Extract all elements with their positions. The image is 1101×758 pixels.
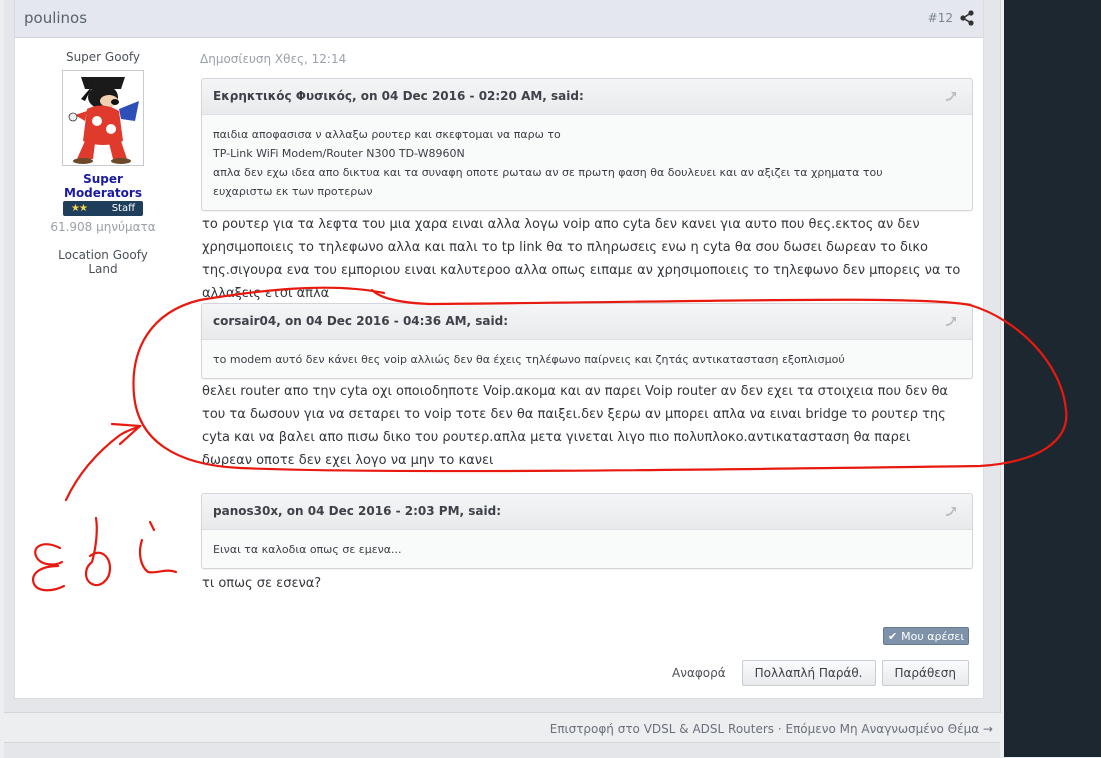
quote-body: Ειναι τα καλοδια οπως σε εμενα... [202, 530, 972, 568]
quote-line: TP-Link WiFi Modem/Router N300 TD-W8960N [213, 147, 465, 160]
badge-stars: ★★ [71, 203, 88, 214]
quote-header: panos30x, on 04 Dec 2016 - 2:03 PM, said… [202, 494, 972, 530]
goofy-avatar-image [63, 71, 143, 165]
quote-body: το modem αυτό δεν κάνει θες voip αλλιώς … [202, 340, 972, 378]
quote-citation: Εκρηκτικός Φυσικός, on 04 Dec 2016 - 02:… [213, 89, 584, 103]
user-group-link[interactable]: Super Moderators [43, 172, 163, 200]
report-link[interactable]: Αναφορά [672, 666, 726, 680]
post-header: poulinos #12 [15, 0, 983, 38]
post-number-link[interactable]: #12 [928, 11, 953, 25]
quote-button[interactable]: Παράθεση [881, 660, 969, 686]
quote-header: corsair04, on 04 Dec 2016 - 04:36 AM, sa… [202, 304, 972, 340]
quote-line: απλα δεν εχω ιδεα απο δικτυα και τα συνα… [213, 166, 883, 179]
quote-body: παιδια αποφασισα ν αλλαξω ρουτερ και σκε… [202, 115, 972, 210]
right-dark-area [1004, 0, 1101, 757]
quote-line: ευχαριστω εκ των προτερων [213, 185, 373, 198]
quote-line: το modem αυτό δεν κάνει θες voip αλλιώς … [213, 353, 845, 366]
reply-text: θελει router απο την cyta οχι οποιοδηποτ… [202, 384, 949, 468]
quote-block: panos30x, on 04 Dec 2016 - 2:03 PM, said… [201, 493, 973, 569]
reply-text: τι οπως σε εσενα? [202, 576, 322, 591]
topic-navigation[interactable]: Επιστροφή στο VDSL & ADSL Routers · Επόμ… [550, 722, 993, 736]
user-info: Super Goofy Super Moderators ★★ Staff 61… [43, 50, 163, 276]
quote-line: παιδια αποφασισα ν αλλαξω ρουτερ και σκε… [213, 128, 561, 141]
quote-citation: panos30x, on 04 Dec 2016 - 2:03 PM, said… [213, 504, 501, 518]
multiquote-button[interactable]: Πολλαπλή Παράθ. [741, 660, 876, 686]
check-icon: ✔ [887, 629, 898, 643]
post-actions: Αναφορά Πολλαπλή Παράθ. Παράθεση [672, 660, 969, 686]
reply-text: το ρουτερ για τα λεφτα του μια χαρα εινα… [202, 217, 961, 301]
post-date: Δημοσίευση Χθες, 12:14 [200, 52, 347, 66]
view-post-arrow-icon[interactable] [944, 316, 958, 328]
quote-block: Εκρηκτικός Φυσικός, on 04 Dec 2016 - 02:… [201, 78, 973, 211]
quote-citation: corsair04, on 04 Dec 2016 - 04:36 AM, sa… [213, 314, 509, 328]
user-avatar[interactable] [62, 70, 144, 166]
like-button[interactable]: ✔ Μου αρέσει [883, 627, 969, 645]
post-container: poulinos #12 Super Goofy Super Moderator… [14, 0, 984, 699]
quote-block: corsair04, on 04 Dec 2016 - 04:36 AM, sa… [201, 303, 973, 379]
quote-header: Εκρηκτικός Φυσικός, on 04 Dec 2016 - 02:… [202, 79, 972, 115]
share-icon[interactable] [959, 10, 975, 26]
user-location: Location Goofy Land [58, 248, 148, 276]
bottom-panel [4, 742, 1000, 758]
like-label: Μου αρέσει [901, 629, 965, 643]
view-post-arrow-icon[interactable] [944, 91, 958, 103]
user-post-count: 61.908 μηνύματα [50, 220, 156, 234]
user-title: Super Goofy [65, 50, 141, 64]
badge-label: Staff [111, 203, 135, 214]
staff-badge: ★★ Staff [63, 201, 143, 216]
view-post-arrow-icon[interactable] [944, 506, 958, 518]
quote-line: Ειναι τα καλοδια οπως σε εμενα... [213, 543, 402, 556]
post-author-link[interactable]: poulinos [24, 9, 87, 27]
